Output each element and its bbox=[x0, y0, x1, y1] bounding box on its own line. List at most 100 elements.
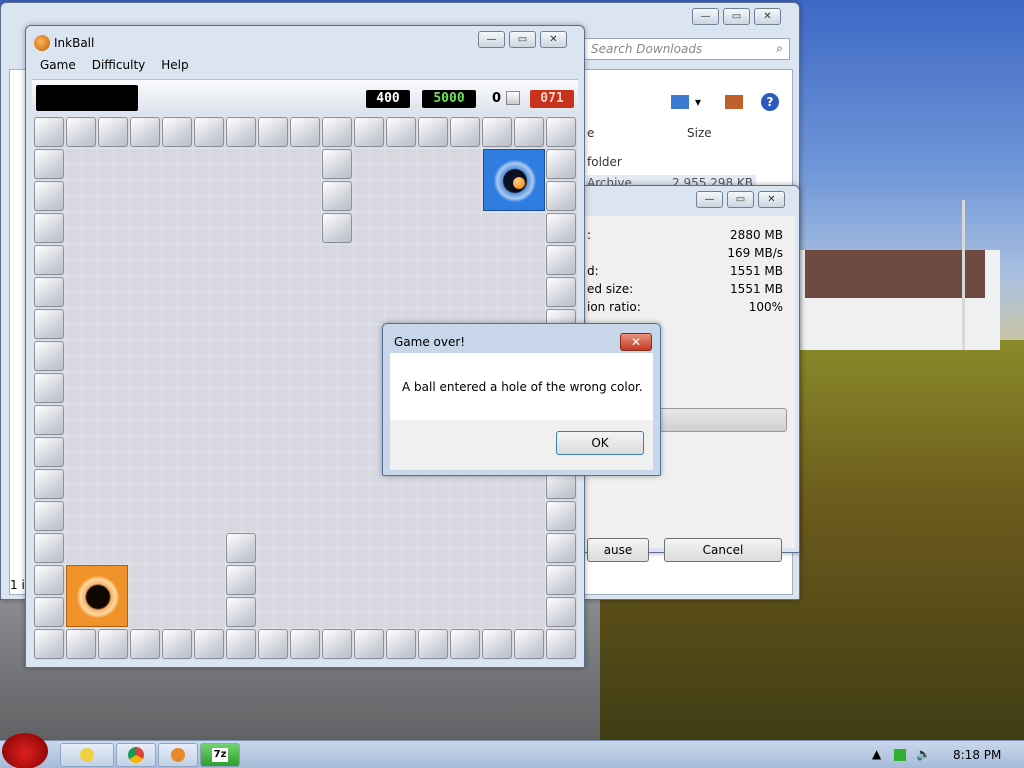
taskbar-app-button[interactable] bbox=[60, 743, 114, 767]
volume-icon[interactable]: 🔈 bbox=[916, 747, 931, 761]
close-button[interactable]: ✕ bbox=[754, 8, 781, 25]
menu-bar: Game Difficulty Help bbox=[32, 56, 197, 74]
dialog-message: A ball entered a hole of the wrong color… bbox=[402, 380, 643, 394]
window-title: InkBall bbox=[54, 36, 95, 50]
close-button[interactable]: ✕ bbox=[758, 191, 785, 208]
search-input[interactable]: Search Downloads ⌕ bbox=[584, 38, 790, 60]
wall-tile bbox=[66, 629, 96, 659]
wallpaper-flagpole bbox=[962, 200, 965, 350]
wall-tile bbox=[290, 117, 320, 147]
wall-tile bbox=[450, 117, 480, 147]
wall-tile bbox=[34, 405, 64, 435]
wall-tile bbox=[322, 213, 352, 243]
stat-row-ratio: ion ratio: 100% bbox=[587, 300, 791, 318]
wall-tile bbox=[546, 597, 576, 627]
views-icon[interactable] bbox=[671, 95, 689, 109]
stat-value: 1551 MB bbox=[730, 264, 783, 278]
wall-tile bbox=[514, 117, 544, 147]
wall-tile bbox=[34, 501, 64, 531]
ok-button[interactable]: OK bbox=[556, 431, 644, 455]
show-hidden-icons-icon[interactable]: ▲ bbox=[872, 747, 881, 761]
stat-value: 169 MB/s bbox=[727, 246, 783, 260]
orange-hole bbox=[66, 565, 128, 627]
search-placeholder: Search Downloads bbox=[591, 42, 703, 56]
wall-tile bbox=[546, 565, 576, 595]
wall-tile bbox=[98, 117, 128, 147]
inkball-icon bbox=[171, 747, 185, 762]
wall-tile bbox=[130, 629, 160, 659]
stat-value: 1551 MB bbox=[730, 282, 783, 296]
wall-tile bbox=[418, 629, 448, 659]
wall-tile bbox=[322, 629, 352, 659]
wall-tile bbox=[226, 565, 256, 595]
taskbar-app-button[interactable] bbox=[116, 743, 156, 767]
menu-game[interactable]: Game bbox=[32, 56, 84, 74]
close-button[interactable]: ✕ bbox=[540, 31, 567, 48]
stat-row-speed: 169 MB/s bbox=[587, 246, 791, 264]
wall-tile bbox=[514, 629, 544, 659]
status-display bbox=[36, 85, 138, 111]
wall-tile bbox=[546, 117, 576, 147]
wall-tile bbox=[546, 149, 576, 179]
taskbar-app-button[interactable]: 7z bbox=[200, 743, 240, 767]
wall-tile bbox=[34, 565, 64, 595]
stat-label: d: bbox=[587, 264, 599, 278]
wall-tile bbox=[386, 629, 416, 659]
stat-row-processed: d: 1551 MB bbox=[587, 264, 791, 282]
minimize-button[interactable]: — bbox=[692, 8, 719, 25]
maximize-button[interactable]: ▭ bbox=[727, 191, 754, 208]
7zip-icon: 7z bbox=[211, 747, 229, 762]
start-button[interactable] bbox=[2, 733, 48, 768]
wall-tile bbox=[546, 533, 576, 563]
minimize-button[interactable]: — bbox=[696, 191, 723, 208]
wall-tile bbox=[546, 501, 576, 531]
clock[interactable]: 8:18 PM bbox=[953, 748, 1001, 762]
wall-tile bbox=[322, 149, 352, 179]
target-score-counter: 5000 bbox=[422, 90, 476, 108]
pause-button[interactable]: ause bbox=[587, 538, 649, 562]
menu-help[interactable]: Help bbox=[153, 56, 196, 74]
taskbar: 7z ▲ 🔈 8:18 PM bbox=[0, 733, 1024, 768]
inkball-icon bbox=[34, 35, 50, 51]
wall-tile bbox=[34, 213, 64, 243]
taskbar-app-button[interactable] bbox=[158, 743, 198, 767]
chevron-down-icon[interactable]: ▾ bbox=[695, 95, 705, 109]
ball-counter-icon bbox=[506, 91, 520, 105]
wall-tile bbox=[546, 629, 576, 659]
wall-tile bbox=[226, 117, 256, 147]
wall-tile bbox=[546, 245, 576, 275]
stat-label: : bbox=[587, 228, 592, 242]
help-icon[interactable]: ? bbox=[761, 93, 779, 111]
menu-difficulty[interactable]: Difficulty bbox=[84, 56, 154, 74]
column-header-size[interactable]: Size bbox=[687, 126, 712, 140]
game-over-dialog[interactable]: Game over! ✕ A ball entered a hole of th… bbox=[382, 323, 661, 476]
list-item[interactable]: folder bbox=[587, 155, 622, 169]
column-header-name[interactable]: e bbox=[587, 126, 594, 140]
wall-tile bbox=[322, 181, 352, 211]
search-icon[interactable]: ⌕ bbox=[776, 41, 783, 56]
wall-tile bbox=[546, 181, 576, 211]
dialog-body: A ball entered a hole of the wrong color… bbox=[390, 353, 653, 470]
maximize-button[interactable]: ▭ bbox=[723, 8, 750, 25]
wall-tile bbox=[482, 117, 512, 147]
wall-tile bbox=[34, 309, 64, 339]
wall-tile bbox=[258, 117, 288, 147]
network-icon[interactable] bbox=[894, 749, 906, 761]
preview-pane-icon[interactable] bbox=[725, 95, 743, 109]
balls-count: 0 bbox=[492, 91, 502, 106]
wall-tile bbox=[34, 341, 64, 371]
wall-tile bbox=[34, 245, 64, 275]
dialog-close-button[interactable]: ✕ bbox=[620, 333, 652, 351]
wall-tile bbox=[162, 629, 192, 659]
maximize-button[interactable]: ▭ bbox=[509, 31, 536, 48]
wall-tile bbox=[34, 469, 64, 499]
minimize-button[interactable]: — bbox=[478, 31, 505, 48]
dialog-footer: OK bbox=[390, 420, 653, 470]
wall-tile bbox=[226, 533, 256, 563]
cancel-button[interactable]: Cancel bbox=[664, 538, 782, 562]
wall-tile bbox=[290, 629, 320, 659]
stat-label: ion ratio: bbox=[587, 300, 641, 314]
wall-tile bbox=[258, 629, 288, 659]
wallpaper-roof bbox=[805, 250, 985, 298]
wall-tile bbox=[354, 117, 384, 147]
